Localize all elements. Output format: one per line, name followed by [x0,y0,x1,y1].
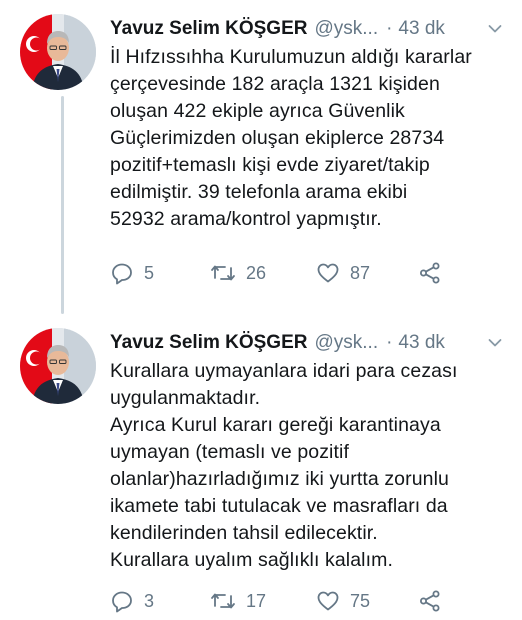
tweet-text-line: kendilerinden tahsil edilecektir. [110,522,378,544]
tweet-text-line: uymayan (temaslı ve pozitif [110,441,349,463]
like-icon [317,263,339,283]
like-count: 75 [350,590,371,611]
reply-icon [112,263,132,285]
reply-count: 5 [144,262,155,283]
retweet-count: 26 [246,262,267,283]
chevron-down-icon[interactable] [486,334,504,352]
tweet-text-line: çerçevesinde 182 araçla 1321 kişiden [110,73,440,95]
share-icon [420,590,440,612]
like-button[interactable]: 87 [316,258,370,288]
tweet-text-line: olanlar)hazırladığımız iki yurtta zorunl… [110,468,449,490]
tweet[interactable]: Yavuz Selim KÖŞGER @ysk... · 43 dk İl Hı… [0,0,522,314]
retweet-icon [211,593,235,609]
tweet[interactable]: Yavuz Selim KÖŞGER @ysk... · 43 dk Kural… [0,314,522,620]
tweet-text-line: Kurallara uymayanlara idari para cezası [110,360,458,382]
tweet-header: Yavuz Selim KÖŞGER @ysk... · 43 dk [110,328,510,358]
tweet-text-line: uygulanmaktadır. [110,387,261,409]
tweet-text: İl Hıfzıssıhha Kurulumuzun aldığı kararl… [110,44,512,233]
share-icon [420,262,440,284]
tweet-text-line: Ayrıca Kurul kararı gereği karantinaya [110,414,441,436]
tweet-text-line: edilmiştir. 39 telefonla arama ekibi [110,181,408,203]
tweet-text-line: Kurallara uyalım sağlıklı kalalım. [110,549,393,571]
author-name[interactable]: Yavuz Selim KÖŞGER [110,332,307,354]
reply-icon [112,591,132,613]
like-button[interactable]: 75 [316,586,370,616]
avatar[interactable] [20,14,96,90]
avatar[interactable] [20,328,96,404]
tweet-text-line: pozitif+temaslı kişi evde ziyaret/takip [110,154,430,176]
tweet-actions: 3 17 75 [110,586,470,616]
author-handle[interactable]: @ysk... [314,18,378,40]
tweet-actions: 5 26 87 [110,258,470,288]
share-button[interactable] [418,258,442,288]
like-icon [317,591,339,611]
profile-photo-icon [20,14,96,90]
tweet-text-line: ikamete tabi tutulacak ve masrafları da [110,495,448,517]
retweet-count: 17 [246,590,267,611]
reply-button[interactable]: 3 [110,586,154,616]
chevron-down-icon[interactable] [486,20,504,38]
timestamp[interactable]: 43 dk [398,18,444,40]
retweet-button[interactable]: 17 [210,586,266,616]
separator-dot: · [386,18,393,39]
author-handle[interactable]: @ysk... [314,332,378,354]
retweet-button[interactable]: 26 [210,258,266,288]
tweet-header: Yavuz Selim KÖŞGER @ysk... · 43 dk [110,14,510,44]
author-name[interactable]: Yavuz Selim KÖŞGER [110,18,307,40]
tweet-text-line: İl Hıfzıssıhha Kurulumuzun aldığı kararl… [110,46,472,68]
like-count: 87 [350,262,371,283]
tweet-text-line: Güçlerimizden oluşan ekiplerce 28734 [110,127,445,149]
profile-photo-icon [20,328,96,404]
tweet-text-line: 52932 arama/kontrol yapmıştır. [110,208,382,230]
reply-button[interactable]: 5 [110,258,154,288]
reply-count: 3 [144,590,155,611]
timestamp[interactable]: 43 dk [398,332,444,354]
retweet-icon [211,265,235,281]
tweet-text-line: oluşan 422 ekiple ayrıca Güvenlik [110,100,405,122]
separator-dot: · [386,332,393,353]
share-button[interactable] [418,586,442,616]
tweet-text: Kurallara uymayanlara idari para cezası … [110,358,512,574]
